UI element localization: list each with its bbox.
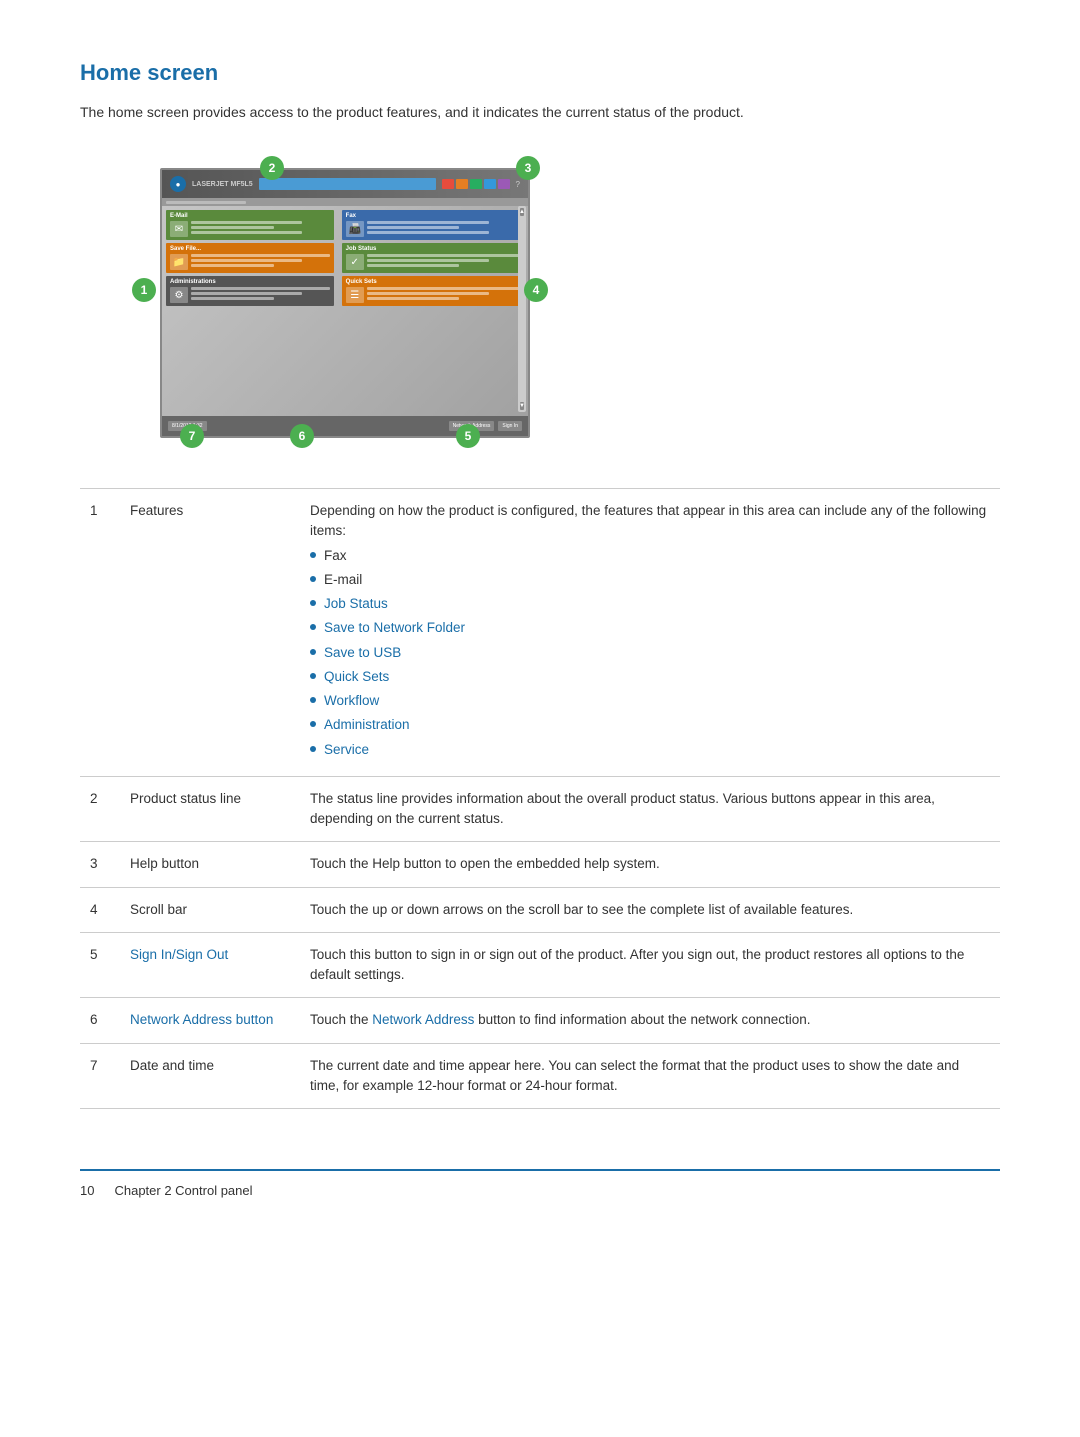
list-item-fax: Fax <box>310 546 990 566</box>
callout-4: 4 <box>524 278 548 302</box>
bullet-dot <box>310 600 316 606</box>
table-row-4: 4 Scroll bar Touch the up or down arrows… <box>80 887 1000 932</box>
row-5-label: Sign In/Sign Out <box>120 932 300 998</box>
callout-7: 7 <box>180 424 204 448</box>
row-7-label: Date and time <box>120 1043 300 1109</box>
bullet-dot <box>310 552 316 558</box>
row-1-label: Features <box>120 489 300 777</box>
table-row-5: 5 Sign In/Sign Out Touch this button to … <box>80 932 1000 998</box>
callout-5: 5 <box>456 424 480 448</box>
bullet-dot <box>310 721 316 727</box>
footer-page-num: 10 <box>80 1183 94 1198</box>
row-2-num: 2 <box>80 776 120 842</box>
table-row-3: 3 Help button Touch the Help button to o… <box>80 842 1000 887</box>
list-item-email: E-mail <box>310 570 990 590</box>
list-item-savenetwork: Save to Network Folder <box>310 618 990 638</box>
list-item-jobstatus: Job Status <box>310 594 990 614</box>
row-2-desc: The status line provides information abo… <box>300 776 1000 842</box>
row-4-label: Scroll bar <box>120 887 300 932</box>
bullet-dot <box>310 697 316 703</box>
row-3-num: 3 <box>80 842 120 887</box>
list-item-quicksets: Quick Sets <box>310 667 990 687</box>
row-4-num: 4 <box>80 887 120 932</box>
screen-mockup: ● LASERJET MF5L5 ? E-Mail <box>160 168 530 438</box>
table-row-7: 7 Date and time The current date and tim… <box>80 1043 1000 1109</box>
callout-6: 6 <box>290 424 314 448</box>
table-row-2: 2 Product status line The status line pr… <box>80 776 1000 842</box>
row-6-desc: Touch the Network Address button to find… <box>300 998 1000 1043</box>
row-6-label: Network Address button <box>120 998 300 1043</box>
bullet-dot <box>310 746 316 752</box>
list-item-workflow: Workflow <box>310 691 990 711</box>
row-1-num: 1 <box>80 489 120 777</box>
table-row-1: 1 Features Depending on how the product … <box>80 489 1000 777</box>
row-6-num: 6 <box>80 998 120 1043</box>
row-7-desc: The current date and time appear here. Y… <box>300 1043 1000 1109</box>
list-item-saveusb: Save to USB <box>310 643 990 663</box>
callout-1: 1 <box>132 278 156 302</box>
footer-chapter: Chapter 2 Control panel <box>114 1183 252 1198</box>
row-1-desc: Depending on how the product is configur… <box>300 489 1000 777</box>
bullet-dot <box>310 576 316 582</box>
screenshot-container: 1 2 3 4 ● LASERJET MF5L5 ? <box>140 148 560 458</box>
row-4-desc: Touch the up or down arrows on the scrol… <box>300 887 1000 932</box>
list-item-service: Service <box>310 740 990 760</box>
row-2-label: Product status line <box>120 776 300 842</box>
bullet-dot <box>310 649 316 655</box>
page-title: Home screen <box>80 60 1000 86</box>
row-3-label: Help button <box>120 842 300 887</box>
callout-2: 2 <box>260 156 284 180</box>
features-table: 1 Features Depending on how the product … <box>80 488 1000 1109</box>
features-list: Fax E-mail Job Status Save to Network Fo… <box>310 542 990 760</box>
row-5-desc: Touch this button to sign in or sign out… <box>300 932 1000 998</box>
row-7-num: 7 <box>80 1043 120 1109</box>
row-3-desc: Touch the Help button to open the embedd… <box>300 842 1000 887</box>
callout-3: 3 <box>516 156 540 180</box>
footer: 10 Chapter 2 Control panel <box>80 1169 1000 1198</box>
list-item-administration: Administration <box>310 715 990 735</box>
hp-logo: ● <box>170 176 186 192</box>
bullet-dot <box>310 673 316 679</box>
row-5-num: 5 <box>80 932 120 998</box>
table-row-6: 6 Network Address button Touch the Netwo… <box>80 998 1000 1043</box>
intro-text: The home screen provides access to the p… <box>80 104 940 120</box>
bullet-dot <box>310 624 316 630</box>
